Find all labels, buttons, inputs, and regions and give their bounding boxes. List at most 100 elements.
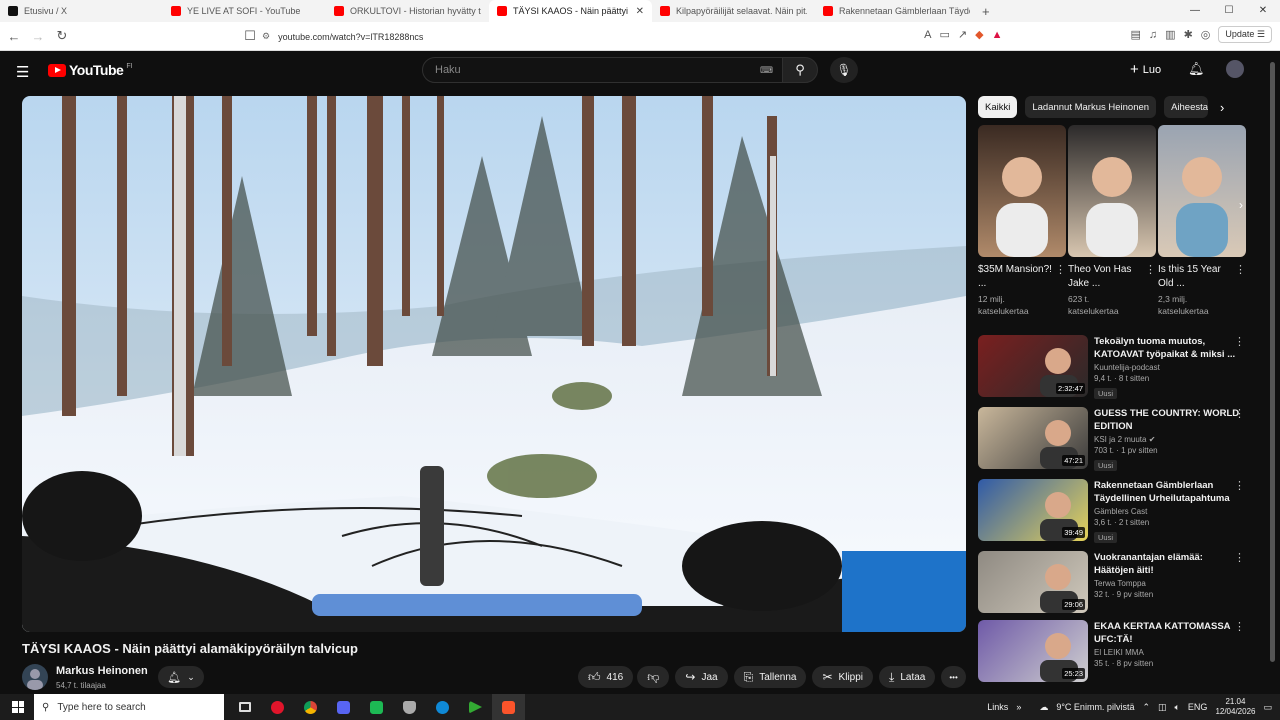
create-button[interactable]: + Luo bbox=[1130, 61, 1161, 78]
recommendation-channel[interactable]: Terwa Tomppa bbox=[1094, 579, 1240, 588]
short-more-icon[interactable]: ⋮ bbox=[1235, 263, 1246, 277]
tray-expand-icon[interactable]: ⌃ bbox=[1142, 702, 1150, 713]
dislike-button[interactable]: 👎︎ bbox=[637, 666, 670, 688]
keyboard-icon[interactable]: ⌨ bbox=[760, 65, 773, 76]
close-window-button[interactable]: ✕ bbox=[1246, 0, 1280, 22]
app-green-icon[interactable] bbox=[360, 694, 393, 720]
recommendation-channel[interactable]: El LEIKI MMA bbox=[1094, 648, 1240, 657]
app-play-icon[interactable] bbox=[459, 694, 492, 720]
search-button[interactable]: ⚲ bbox=[782, 57, 818, 83]
recommendation-item[interactable]: 2:32:47 Tekoälyn tuoma muutos, KATOAVAT t… bbox=[978, 335, 1258, 401]
short-card[interactable]: Theo Von Has Jake ... ⋮ 623 t. katselukerta… bbox=[1068, 125, 1156, 317]
discord-icon[interactable] bbox=[327, 694, 360, 720]
short-more-icon[interactable]: ⋮ bbox=[1055, 263, 1066, 277]
youtube-logo[interactable]: YouTube FI bbox=[48, 62, 133, 78]
notifications-bell-icon[interactable]: 🔔︎ bbox=[1188, 61, 1205, 77]
recommendation-channel[interactable]: Gämblers Cast bbox=[1094, 507, 1240, 516]
links-toolbar[interactable]: Links bbox=[987, 702, 1008, 712]
recommendation-more-icon[interactable]: ⋮ bbox=[1234, 620, 1245, 633]
site-info-icon[interactable]: ⚙ bbox=[262, 31, 270, 42]
url-field[interactable]: ⚙ youtube.com/watch?v=lTR18288ncs bbox=[262, 26, 982, 47]
recommendation-thumbnail[interactable]: 25:23 bbox=[978, 620, 1088, 682]
language-indicator[interactable]: ENG bbox=[1188, 702, 1208, 712]
minimize-button[interactable]: — bbox=[1178, 0, 1212, 22]
browser-tab[interactable]: YE LIVE AT SOFI - YouTube bbox=[163, 0, 326, 22]
search-input[interactable]: Haku ⌨ bbox=[422, 57, 784, 83]
short-title[interactable]: Theo Von Has Jake ... ⋮ bbox=[1068, 263, 1156, 291]
bookmark-icon[interactable]: ☐ bbox=[240, 28, 260, 44]
tab-close-icon[interactable]: ✕ bbox=[636, 6, 644, 17]
page-scrollbar[interactable] bbox=[1268, 52, 1276, 692]
hamburger-menu-icon[interactable]: ☰ bbox=[16, 63, 29, 81]
weather-text[interactable]: 9°C Enimm. pilvistä bbox=[1056, 702, 1134, 712]
short-card[interactable]: Is this 15 Year Old ... ⋮ 2,3 milj. katselu… bbox=[1158, 125, 1246, 317]
brave-rewards-icon[interactable]: ▲ bbox=[992, 29, 1003, 41]
recommendation-thumbnail[interactable]: 39:49 bbox=[978, 479, 1088, 541]
network-icon[interactable]: ◫ bbox=[1158, 702, 1167, 713]
recommendation-more-icon[interactable]: ⋮ bbox=[1234, 335, 1245, 348]
browser-tab[interactable]: ORKULTOVI - Historian hyvätty toisto bbox=[326, 0, 489, 22]
recommendation-item[interactable]: 25:23 EKAA KERTAA KATTOMASSA UFC:TÄ! El LE… bbox=[978, 620, 1258, 686]
brave-taskbar-icon[interactable] bbox=[492, 694, 525, 720]
recommendation-more-icon[interactable]: ⋮ bbox=[1234, 479, 1245, 492]
music-icon[interactable]: ♫ bbox=[1149, 29, 1157, 41]
channel-name[interactable]: Markus Heinonen bbox=[56, 665, 148, 677]
scrollbar-thumb[interactable] bbox=[1270, 62, 1275, 662]
shorts-next-arrow-icon[interactable]: › bbox=[1232, 196, 1250, 214]
save-button[interactable]: ⎘ Tallenna bbox=[733, 666, 807, 688]
wallet-icon[interactable]: ◎ bbox=[1201, 28, 1211, 41]
browser-tab[interactable]: TÄYSI KAAOS - Näin päättyi alamäkipyöräi… bbox=[489, 0, 652, 22]
clip-button[interactable]: ✂ Klippi bbox=[812, 666, 874, 688]
volume-icon[interactable]: 🔈︎ bbox=[1175, 702, 1180, 713]
extensions-icon[interactable]: ✱ bbox=[1184, 28, 1193, 41]
windows-start-icon[interactable] bbox=[12, 701, 24, 713]
short-title[interactable]: $35M Mansion?! ... ⋮ bbox=[978, 263, 1066, 291]
maximize-button[interactable]: ☐ bbox=[1212, 0, 1246, 22]
browser-tab[interactable]: Rakennetaan Gämblerlaan Täydellinen bbox=[815, 0, 978, 22]
recommendation-thumbnail[interactable]: 29:06 bbox=[978, 551, 1088, 613]
channel-avatar[interactable] bbox=[22, 664, 48, 690]
back-icon[interactable]: ← bbox=[4, 29, 24, 44]
sidebar-icon[interactable]: ▥ bbox=[1165, 28, 1175, 41]
reload-icon[interactable]: ↻ bbox=[52, 28, 72, 44]
subscribed-notifications-button[interactable]: 🔔︎ ⌄ bbox=[158, 666, 204, 688]
recommendation-more-icon[interactable]: ⋮ bbox=[1234, 551, 1245, 564]
share-button[interactable]: ↪ Jaa bbox=[675, 666, 728, 688]
video-player[interactable] bbox=[22, 96, 966, 632]
taskbar-search-input[interactable]: ⚲ Type here to search bbox=[34, 694, 224, 720]
notification-center-icon[interactable]: ▭ bbox=[1263, 702, 1272, 713]
recommendation-item[interactable]: 47:21 GUESS THE COUNTRY: WORLD EDITION KSI… bbox=[978, 407, 1258, 473]
recommendation-title[interactable]: Tekoälyn tuoma muutos, KATOAVAT työpaika… bbox=[1094, 335, 1240, 361]
filter-chip[interactable]: Aiheesta bbox=[1164, 96, 1209, 118]
update-button[interactable]: Update ☰ bbox=[1218, 26, 1272, 43]
recommendation-channel[interactable]: KSI ja 2 muuta ✔ bbox=[1094, 435, 1240, 444]
recommendation-title[interactable]: EKAA KERTAA KATTOMASSA UFC:TÄ! bbox=[1094, 620, 1240, 646]
chrome-icon[interactable] bbox=[294, 694, 327, 720]
recommendation-more-icon[interactable]: ⋮ bbox=[1234, 407, 1245, 420]
short-thumbnail[interactable] bbox=[1068, 125, 1156, 257]
recommendation-item[interactable]: 39:49 Rakennetaan Gämblerlaan Täydellinen… bbox=[978, 479, 1258, 545]
translate-icon[interactable]: A bbox=[924, 29, 931, 41]
filter-chip[interactable]: Ladannut Markus Heinonen bbox=[1025, 96, 1157, 118]
account-avatar[interactable] bbox=[1226, 60, 1244, 78]
chips-next-arrow-icon[interactable]: › bbox=[1220, 100, 1224, 115]
short-thumbnail[interactable] bbox=[978, 125, 1066, 257]
short-title[interactable]: Is this 15 Year Old ... ⋮ bbox=[1158, 263, 1246, 291]
browser-tab[interactable]: Kilpapyöräilijät selaavat. Näin pit... bbox=[652, 0, 815, 22]
opera-icon[interactable] bbox=[261, 694, 294, 720]
cast-icon[interactable]: ▭ bbox=[940, 28, 950, 41]
voice-search-button[interactable]: 🎙 bbox=[830, 57, 858, 83]
reader-icon[interactable]: ▤ bbox=[1131, 28, 1141, 41]
new-tab-button[interactable]: + bbox=[982, 4, 990, 19]
short-more-icon[interactable]: ⋮ bbox=[1145, 263, 1156, 277]
share-page-icon[interactable]: ↗ bbox=[958, 28, 967, 41]
recommendation-title[interactable]: Rakennetaan Gämblerlaan Täydellinen Urhe… bbox=[1094, 479, 1240, 505]
like-button[interactable]: 👍︎ 416 bbox=[578, 666, 634, 688]
filter-chip[interactable]: Kaikki bbox=[978, 96, 1018, 118]
short-thumbnail[interactable] bbox=[1158, 125, 1246, 257]
browser-tab[interactable]: Etusivu / X bbox=[0, 0, 163, 22]
download-button[interactable]: ⤓ Lataa bbox=[879, 666, 936, 688]
recommendation-item[interactable]: 29:06 Vuokranantajan elämää: Häätöjen äit… bbox=[978, 551, 1258, 617]
recommendation-thumbnail[interactable]: 2:32:47 bbox=[978, 335, 1088, 397]
recommendation-title[interactable]: Vuokranantajan elämää: Häätöjen äiti! bbox=[1094, 551, 1240, 577]
